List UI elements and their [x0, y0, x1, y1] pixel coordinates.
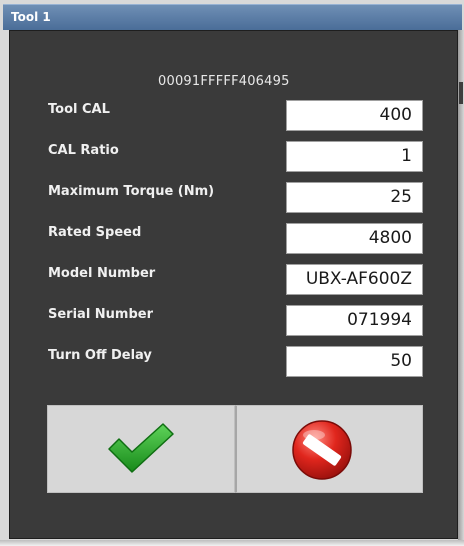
serial-number-field[interactable]: 071994 — [286, 305, 423, 336]
model-number-field[interactable]: UBX-AF600Z — [286, 264, 423, 295]
tool-cal-label: Tool CAL — [48, 102, 110, 117]
green-checkmark-icon — [108, 423, 174, 473]
red-no-entry-icon — [292, 420, 352, 480]
window-title: Tool 1 — [11, 10, 51, 24]
tool-dialog-window: Tool 1 00091FFFFF406495 Tool CAL 400 CAL… — [0, 0, 464, 546]
tool-id-text: 00091FFFFF406495 — [158, 74, 290, 89]
title-bar[interactable]: Tool 1 — [3, 4, 462, 30]
serial-number-label: Serial Number — [48, 307, 154, 322]
turn-off-delay-label: Turn Off Delay — [48, 348, 152, 363]
model-number-label: Model Number — [48, 266, 156, 281]
turn-off-delay-field[interactable]: 50 — [286, 346, 423, 377]
window-bottom-edge — [0, 540, 464, 546]
maximum-torque-field[interactable]: 25 — [286, 182, 423, 213]
cal-ratio-field[interactable]: 1 — [286, 141, 423, 172]
confirm-button[interactable] — [47, 405, 235, 493]
rated-speed-field[interactable]: 4800 — [286, 223, 423, 254]
maximum-torque-label: Maximum Torque (Nm) — [48, 184, 215, 199]
rated-speed-label: Rated Speed — [48, 225, 142, 240]
tool-cal-field[interactable]: 400 — [286, 100, 423, 131]
cal-ratio-label: CAL Ratio — [48, 143, 119, 158]
cancel-button[interactable] — [235, 405, 423, 493]
background-scroll-handle — [459, 82, 463, 104]
background-window-edge — [458, 30, 464, 540]
